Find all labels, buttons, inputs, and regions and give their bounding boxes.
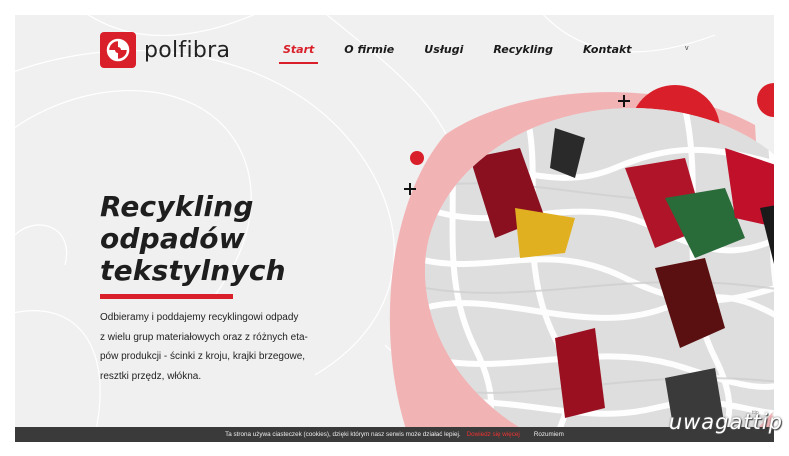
nav-o-firmie[interactable]: O firmie xyxy=(344,43,394,64)
hero-title: Recykling odpadów tekstylnych xyxy=(100,191,286,287)
hero-title-line: Recykling xyxy=(100,190,254,223)
cookie-accept-button[interactable]: Rozumiem xyxy=(534,431,564,438)
nav-recykling[interactable]: Recykling xyxy=(493,43,553,64)
small-red-dot xyxy=(410,151,424,165)
cookie-text: Ta strona używa ciasteczek (cookies), dz… xyxy=(225,431,461,438)
nav-kontakt[interactable]: Kontakt xyxy=(583,43,632,64)
hero-title-line: tekstylnych xyxy=(100,254,286,287)
title-underline-bar xyxy=(100,294,233,299)
nav-uslugi[interactable]: Usługi xyxy=(424,43,463,64)
watermark-small: ttip xyxy=(752,410,759,416)
nav-start[interactable]: Start xyxy=(278,43,319,64)
hero-text-line: pów produkcji - ścinki z kroju, krajki b… xyxy=(100,351,306,362)
page-frame: polfibra Start O firmie Usługi Recykling… xyxy=(15,15,774,441)
polfibra-logo-icon xyxy=(100,32,136,68)
brand-name: polfibra xyxy=(144,37,231,63)
main-navigation: Start O firmie Usługi Recykling Kontakt xyxy=(278,43,662,64)
cookie-more-link[interactable]: Dowiedz się więcej xyxy=(467,431,520,438)
hero-text-line: z wielu grup materiałowych oraz z różnyc… xyxy=(100,331,308,343)
cookie-banner: Ta strona używa ciasteczek (cookies), dz… xyxy=(15,427,774,442)
top-right-red-circle xyxy=(757,83,774,117)
hero-text-line: Odbieramy i poddajemy recyklingowi odpad… xyxy=(100,312,299,323)
hero-text-line: resztki przędz, włókna. xyxy=(100,370,202,382)
language-dropdown-chevron-icon[interactable]: v xyxy=(685,45,689,52)
watermark: uwagattip xyxy=(668,410,783,434)
hero-description: Odbieramy i poddajemy recyklingowi odpad… xyxy=(100,308,340,386)
brand-logo[interactable]: polfibra xyxy=(100,32,230,68)
hero-title-line: odpadów xyxy=(100,222,245,255)
